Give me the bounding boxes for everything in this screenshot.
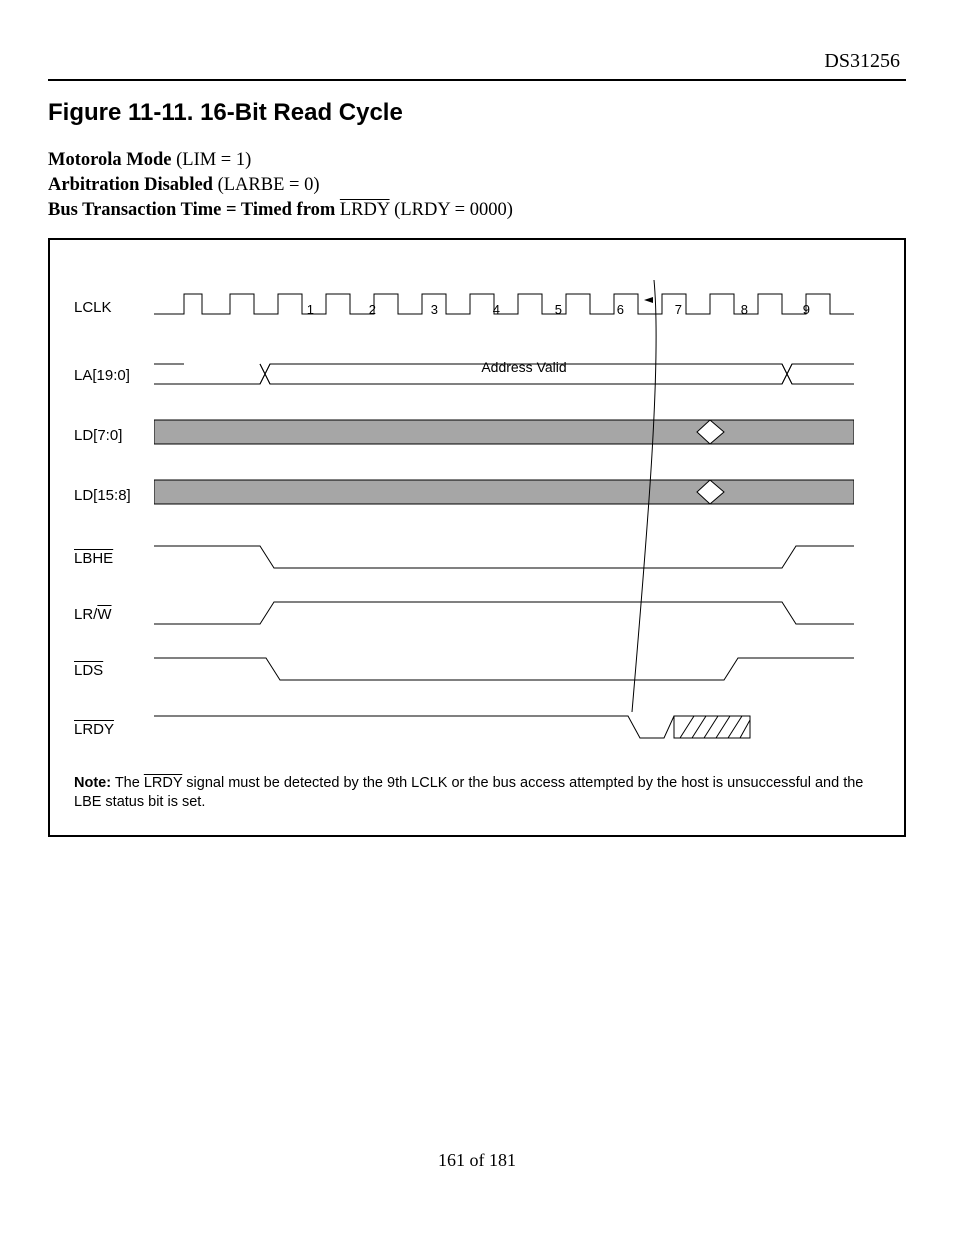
wave-lclk: 1 2 3 4 5 6 7 8 9 10 bbox=[154, 284, 854, 324]
row-la: LA[19:0] Address Valid bbox=[74, 354, 880, 390]
label-lbhe: LBHE bbox=[74, 544, 140, 567]
row-ld-hi: LD[15:8] bbox=[74, 474, 880, 510]
header-rule bbox=[48, 79, 906, 81]
clk-3: 3 bbox=[431, 302, 438, 317]
timing-diagram: LCLK 1 2 3 4 bbox=[48, 238, 906, 836]
page-number: 161 of 181 bbox=[0, 1150, 954, 1171]
clk-7: 7 bbox=[675, 302, 682, 317]
arb-value: (LARBE = 0) bbox=[213, 175, 320, 195]
clk-5: 5 bbox=[555, 302, 562, 317]
mode-value: (LIM = 1) bbox=[171, 150, 251, 170]
figure-conditions: Motorola Mode (LIM = 1) Arbitration Disa… bbox=[48, 149, 906, 222]
wave-lrw bbox=[154, 594, 854, 628]
clk-4: 4 bbox=[493, 302, 500, 317]
btt-post: (LRDY = 0000) bbox=[390, 200, 513, 220]
label-lrw: LR/W bbox=[74, 600, 140, 623]
mode-label: Motorola Mode bbox=[48, 150, 171, 170]
label-lds: LDS bbox=[74, 656, 140, 679]
wave-lbhe bbox=[154, 538, 854, 572]
row-lrdy: LRDY bbox=[74, 706, 880, 746]
label-lrdy: LRDY bbox=[74, 715, 140, 738]
diagram-note: Note: The LRDY signal must be detected b… bbox=[74, 774, 880, 810]
row-ld-lo: LD[7:0] bbox=[74, 414, 880, 450]
btt-lrdy-overline: LRDY bbox=[340, 200, 390, 220]
wave-lds bbox=[154, 650, 854, 684]
row-lbhe: LBHE bbox=[74, 538, 880, 572]
clk-9: 9 bbox=[803, 302, 810, 317]
clk-8: 8 bbox=[741, 302, 748, 317]
doc-id: DS31256 bbox=[48, 50, 906, 73]
row-lrw: LR/W bbox=[74, 594, 880, 628]
label-lclk: LCLK bbox=[74, 293, 140, 316]
clk-2: 2 bbox=[369, 302, 376, 317]
page: DS31256 Figure 11-11. 16-Bit Read Cycle … bbox=[0, 0, 954, 1235]
figure-title: Figure 11-11. 16-Bit Read Cycle bbox=[48, 99, 906, 127]
btt-pre: Bus Transaction Time = Timed from bbox=[48, 200, 340, 220]
clk-1: 1 bbox=[307, 302, 314, 317]
wave-ld-lo bbox=[154, 414, 854, 450]
label-la: LA[19:0] bbox=[74, 361, 140, 384]
arb-label: Arbitration Disabled bbox=[48, 175, 213, 195]
clk-6: 6 bbox=[617, 302, 624, 317]
label-ld-hi: LD[15:8] bbox=[74, 481, 140, 504]
addr-valid-text: Address Valid bbox=[481, 359, 566, 375]
row-lclk: LCLK 1 2 3 4 bbox=[74, 284, 880, 324]
row-lds: LDS bbox=[74, 650, 880, 684]
wave-lrdy bbox=[154, 706, 854, 746]
wave-ld-hi bbox=[154, 474, 854, 510]
label-ld-lo: LD[7:0] bbox=[74, 421, 140, 444]
wave-la: Address Valid bbox=[154, 354, 854, 390]
